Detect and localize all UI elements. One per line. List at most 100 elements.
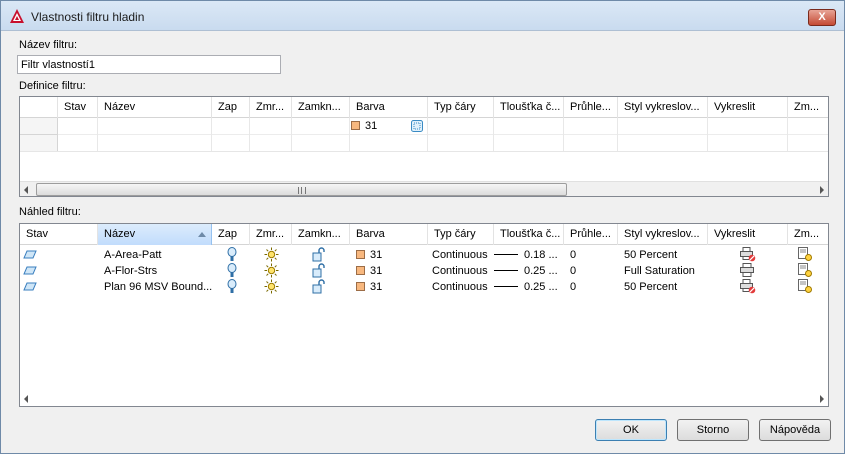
layer-status-icon xyxy=(23,266,37,276)
sun-thaw-icon[interactable] xyxy=(264,263,279,278)
layer-plotstyle[interactable]: 50 Percent xyxy=(618,247,708,263)
filter-preview-grid[interactable]: Stav Název Zap Zmr... Zamkn... Barva Typ… xyxy=(19,223,829,407)
def-col-name[interactable]: Název xyxy=(98,97,212,118)
layer-color-value: 31 xyxy=(370,281,383,293)
sun-thaw-icon[interactable] xyxy=(264,279,279,294)
color-swatch-icon xyxy=(356,282,365,291)
layer-color[interactable]: 31 xyxy=(350,247,428,263)
def-col-status[interactable]: Stav xyxy=(58,97,98,118)
prev-col-freeze[interactable]: Zmr... xyxy=(250,224,292,245)
layer-transparency[interactable]: 0 xyxy=(564,279,618,295)
layer-name: A-Flor-Strs xyxy=(104,265,158,277)
definition-hscrollbar[interactable] xyxy=(20,181,828,196)
def-color-cell[interactable]: 31 xyxy=(350,118,428,134)
prev-col-linetype[interactable]: Typ čáry xyxy=(428,224,494,245)
filter-preview-label: Náhled filtru: xyxy=(19,206,81,218)
definition-header: Stav Název Zap Zmr... Zamkn... Barva Typ… xyxy=(20,97,828,118)
color-swatch-icon xyxy=(351,121,360,130)
table-row[interactable]: Plan 96 MSV Bound... 31 Continuous 0.25 … xyxy=(20,279,828,295)
scroll-thumb[interactable] xyxy=(36,183,567,196)
color-picker-icon[interactable] xyxy=(411,120,423,132)
definition-row[interactable]: 31 xyxy=(20,118,828,134)
new-viewport-freeze-icon[interactable] xyxy=(798,279,813,294)
row-separator xyxy=(58,134,828,135)
layer-color[interactable]: 31 xyxy=(350,279,428,295)
filter-name-input[interactable] xyxy=(17,55,281,74)
def-col-lock[interactable]: Zamkn... xyxy=(292,97,350,118)
prev-col-status[interactable]: Stav xyxy=(20,224,98,245)
def-col-plotstyle[interactable]: Styl vykreslov... xyxy=(618,97,708,118)
close-button[interactable]: X xyxy=(808,9,836,26)
lineweight-sample-icon xyxy=(494,286,518,287)
def-col-lineweight[interactable]: Tloušťka č... xyxy=(494,97,564,118)
ok-button[interactable]: OK xyxy=(595,419,667,441)
row-selector-header xyxy=(20,97,58,118)
printer-no-plot-icon[interactable] xyxy=(740,247,756,262)
def-col-newvpfreeze[interactable]: Zm... xyxy=(788,97,828,118)
row-separator xyxy=(20,134,58,135)
help-button[interactable]: Nápověda xyxy=(759,419,831,441)
scroll-right-icon[interactable] xyxy=(820,186,824,194)
layer-lineweight[interactable]: 0.18 ... xyxy=(488,247,564,263)
layer-linetype[interactable]: Continuous xyxy=(426,279,494,295)
sun-thaw-icon[interactable] xyxy=(264,247,279,262)
prev-col-transparency[interactable]: Průhle... xyxy=(564,224,618,245)
dialog-window: Vlastnosti filtru hladin X Název filtru:… xyxy=(0,0,845,454)
prev-col-plotstyle[interactable]: Styl vykreslov... xyxy=(618,224,708,245)
layer-plotstyle[interactable]: 50 Percent xyxy=(618,279,708,295)
layer-transparency[interactable]: 0 xyxy=(564,263,618,279)
cancel-button[interactable]: Storno xyxy=(677,419,749,441)
padlock-unlocked-icon[interactable] xyxy=(312,279,326,294)
prev-col-plot[interactable]: Vykreslit xyxy=(708,224,788,245)
scroll-right-icon[interactable] xyxy=(820,395,824,403)
filter-definition-grid[interactable]: Stav Název Zap Zmr... Zamkn... Barva Typ… xyxy=(19,96,829,197)
printer-no-plot-icon[interactable] xyxy=(740,279,756,294)
prev-col-lineweight[interactable]: Tloušťka č... xyxy=(494,224,564,245)
layer-transparency[interactable]: 0 xyxy=(564,247,618,263)
layer-lineweight[interactable]: 0.25 ... xyxy=(488,263,564,279)
layer-status-icon xyxy=(23,282,37,292)
prev-col-on[interactable]: Zap xyxy=(212,224,250,245)
def-col-linetype[interactable]: Typ čáry xyxy=(428,97,494,118)
layer-plotstyle[interactable]: Full Saturation xyxy=(618,263,708,279)
table-row[interactable]: A-Area-Patt 31 Continuous 0.18 ... 0 50 … xyxy=(20,247,828,263)
lineweight-sample-icon xyxy=(494,270,518,271)
layer-color[interactable]: 31 xyxy=(350,263,428,279)
preview-hscrollbar[interactable] xyxy=(20,391,828,406)
prev-col-name[interactable]: Název xyxy=(98,224,212,245)
color-swatch-icon xyxy=(356,250,365,259)
new-viewport-freeze-icon[interactable] xyxy=(798,247,813,262)
layer-lineweight[interactable]: 0.25 ... xyxy=(488,279,564,295)
def-col-freeze[interactable]: Zmr... xyxy=(250,97,292,118)
prev-col-lock[interactable]: Zamkn... xyxy=(292,224,350,245)
layer-status-icon xyxy=(23,250,37,260)
def-col-on[interactable]: Zap xyxy=(212,97,250,118)
padlock-unlocked-icon[interactable] xyxy=(312,263,326,278)
layer-linetype[interactable]: Continuous xyxy=(426,247,494,263)
def-col-plot[interactable]: Vykreslit xyxy=(708,97,788,118)
lightbulb-on-icon[interactable] xyxy=(227,263,237,279)
new-viewport-freeze-icon[interactable] xyxy=(798,263,813,278)
prev-col-color[interactable]: Barva xyxy=(350,224,428,245)
title-bar[interactable]: Vlastnosti filtru hladin X xyxy=(1,1,844,31)
lightbulb-on-icon[interactable] xyxy=(227,247,237,263)
printer-icon[interactable] xyxy=(740,263,756,278)
table-row[interactable]: A-Flor-Strs 31 Continuous 0.25 ... 0 Ful… xyxy=(20,263,828,279)
layer-name: Plan 96 MSV Bound... xyxy=(104,281,212,293)
window-title: Vlastnosti filtru hladin xyxy=(31,10,145,24)
scroll-left-icon[interactable] xyxy=(24,395,28,403)
scroll-left-icon[interactable] xyxy=(24,186,28,194)
def-col-color[interactable]: Barva xyxy=(350,97,428,118)
padlock-unlocked-icon[interactable] xyxy=(312,247,326,262)
prev-col-newvpfreeze[interactable]: Zm... xyxy=(788,224,828,245)
lightbulb-on-icon[interactable] xyxy=(227,279,237,295)
def-color-value: 31 xyxy=(365,120,378,132)
layer-linetype[interactable]: Continuous xyxy=(426,263,494,279)
row-separator xyxy=(20,151,828,152)
autocad-logo-icon xyxy=(10,9,24,23)
def-col-transparency[interactable]: Průhle... xyxy=(564,97,618,118)
layer-lineweight-value: 0.25 ... xyxy=(524,265,558,277)
lineweight-sample-icon xyxy=(494,254,518,255)
filter-name-label: Název filtru: xyxy=(19,39,78,51)
sort-ascending-icon xyxy=(198,232,206,237)
